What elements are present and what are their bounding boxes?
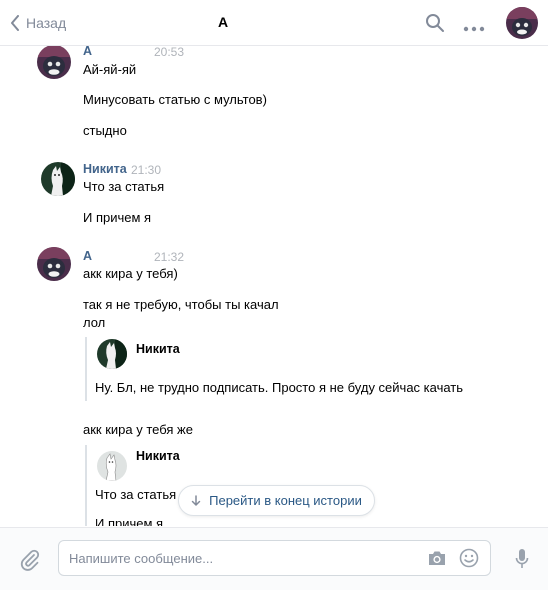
chevron-left-icon bbox=[11, 15, 19, 31]
message-text: стыдно bbox=[83, 123, 127, 138]
avatar[interactable] bbox=[97, 451, 127, 481]
jump-label: Перейти в конец истории bbox=[209, 493, 362, 508]
message-input[interactable] bbox=[69, 541, 419, 575]
forward-sender-name[interactable]: Никита bbox=[136, 449, 180, 463]
search-icon[interactable] bbox=[425, 13, 445, 36]
arrow-down-icon bbox=[191, 494, 201, 506]
jump-to-end-button[interactable]: Перейти в конец истории bbox=[178, 485, 375, 516]
message-text: так я не требую, чтобы ты качал bbox=[83, 297, 279, 312]
message-history[interactable]: А 20:53 Ай-яй-яй Минусовать статью с мул… bbox=[0, 46, 548, 526]
back-label: Назад bbox=[26, 15, 67, 31]
chat-title[interactable]: А bbox=[218, 14, 228, 30]
chat-header: Назад А bbox=[0, 0, 548, 46]
message-text: лол bbox=[83, 315, 106, 330]
forward-text: Что за статья bbox=[95, 487, 177, 502]
message-text: Что за статья bbox=[83, 179, 165, 194]
forward-sender-name[interactable]: Никита bbox=[136, 342, 180, 356]
message-time[interactable]: 21:30 bbox=[131, 163, 161, 177]
forward-bar bbox=[85, 445, 87, 526]
smile-icon[interactable] bbox=[459, 548, 479, 571]
message-text: акк кира у тебя) bbox=[83, 266, 178, 281]
camera-icon[interactable] bbox=[427, 550, 447, 569]
avatar[interactable] bbox=[97, 339, 127, 369]
forward-bar bbox=[85, 337, 87, 401]
back-button[interactable]: Назад bbox=[10, 12, 66, 34]
chat-avatar[interactable] bbox=[506, 7, 538, 42]
message-input-box[interactable] bbox=[58, 540, 491, 576]
forward-text: И причем я bbox=[95, 516, 164, 526]
sender-name[interactable]: Никита bbox=[83, 162, 127, 176]
message-text: Ай-яй-яй bbox=[83, 62, 137, 77]
message-text: Минусовать статью с мультов) bbox=[83, 92, 267, 107]
more-dots-icon[interactable] bbox=[463, 20, 485, 35]
message-time[interactable]: 20:53 bbox=[154, 46, 184, 59]
avatar[interactable] bbox=[37, 46, 71, 79]
forward-text: Ну. Бл, не трудно подписать. Просто я не… bbox=[95, 380, 464, 395]
message-text: И причем я bbox=[83, 210, 152, 225]
paperclip-icon[interactable] bbox=[20, 549, 40, 574]
sender-name[interactable]: А bbox=[83, 249, 92, 263]
message-text: акк кира у тебя же bbox=[83, 422, 193, 437]
avatar[interactable] bbox=[41, 162, 75, 196]
avatar[interactable] bbox=[37, 247, 71, 281]
message-composer bbox=[0, 527, 548, 590]
message-time[interactable]: 21:32 bbox=[154, 250, 184, 264]
sender-name[interactable]: А bbox=[83, 46, 92, 58]
microphone-icon[interactable] bbox=[515, 548, 529, 573]
